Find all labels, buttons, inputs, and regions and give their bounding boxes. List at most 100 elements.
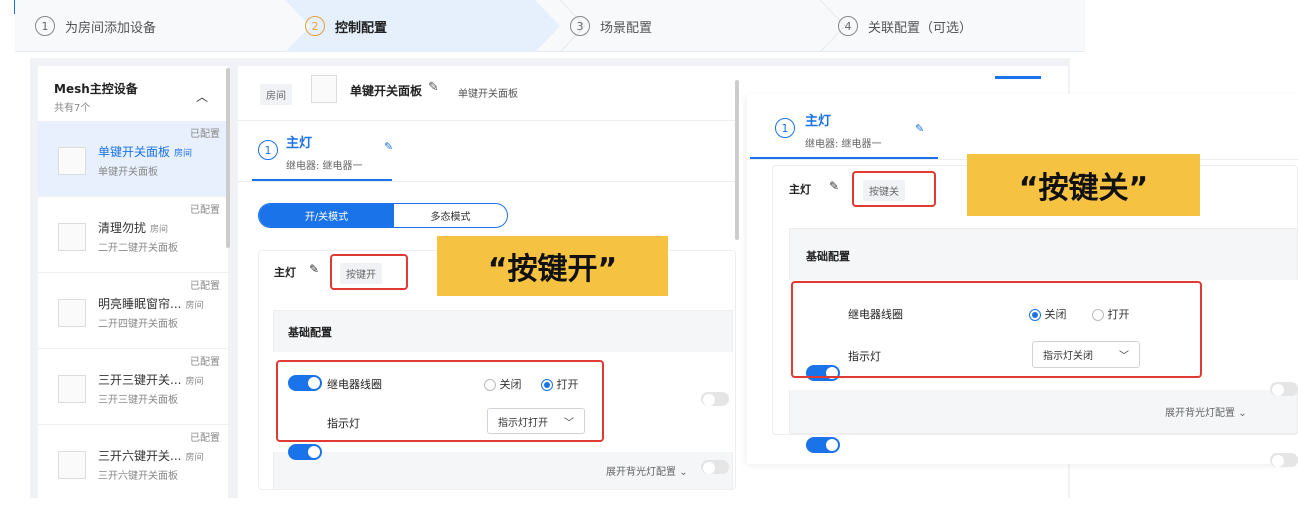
device-name: 清理勿扰 bbox=[98, 221, 147, 235]
sidebar-scrollbar[interactable] bbox=[226, 68, 230, 248]
step-bar: 1 为房间添加设备 2 控制配置 3 场景配置 4 关联配置（可选） bbox=[15, 0, 1085, 52]
device-name-wrap: 三开三键开关... 房间 bbox=[98, 371, 203, 388]
device-name: 三开六键开关... bbox=[98, 449, 182, 463]
sidebar-header[interactable]: Mesh主控设备 共有7个 ︿ bbox=[38, 66, 228, 121]
highlight-box bbox=[276, 360, 604, 442]
key-label: 主灯 bbox=[789, 183, 811, 196]
device-type: 三开六键开关面板 bbox=[98, 471, 178, 482]
expand-backlight-link[interactable]: 展开背光灯配置 ⌄ bbox=[606, 463, 688, 478]
tab-main-light[interactable]: 1 主灯 继电器: 继电器一 bbox=[775, 110, 882, 150]
room-label: 房间 bbox=[185, 453, 204, 463]
tab-title: 主灯 bbox=[286, 136, 313, 151]
basic-config-title: 基础配置 bbox=[288, 326, 332, 339]
device-type: 二开四键开关面板 bbox=[98, 319, 178, 330]
indicator-toggle[interactable] bbox=[806, 437, 840, 453]
room-label: 房间 bbox=[185, 377, 204, 387]
device-name: 明亮睡眠窗帘... bbox=[98, 297, 182, 311]
step-label: 控制配置 bbox=[335, 20, 388, 36]
mode-switch: 开/关模式 多态模式 bbox=[258, 203, 508, 228]
device-type-label: 单键开关面板 bbox=[458, 89, 518, 100]
step-number: 3 bbox=[570, 16, 590, 36]
step-label: 场景配置 bbox=[600, 20, 653, 36]
room-tag: 房间 bbox=[260, 84, 292, 105]
panel-scrollbar[interactable] bbox=[735, 80, 739, 240]
room-label: 房间 bbox=[185, 301, 204, 311]
step-1[interactable]: 1 为房间添加设备 bbox=[35, 0, 156, 52]
step-label: 关联配置（可选） bbox=[868, 20, 973, 36]
device-item[interactable]: 已配置 单键开关面板 房间 单键开关面板 bbox=[38, 121, 228, 197]
status-label: 已配置 bbox=[190, 357, 220, 368]
edit-icon[interactable]: ✎ bbox=[428, 80, 439, 95]
device-type: 三开三键开关面板 bbox=[98, 395, 178, 406]
extra-toggle[interactable] bbox=[1270, 453, 1298, 467]
edit-icon[interactable]: ✎ bbox=[915, 122, 924, 135]
room-label: 房间 bbox=[150, 225, 169, 235]
device-thumbnail bbox=[311, 75, 337, 103]
device-sidebar: Mesh主控设备 共有7个 ︿ 已配置 单键开关面板 房间 单键开关面板 已配置 … bbox=[38, 66, 228, 498]
tab-title: 主灯 bbox=[805, 114, 832, 129]
device-name-wrap: 单键开关面板 房间 bbox=[98, 143, 192, 160]
expand-label: 展开背光灯配置 bbox=[606, 467, 676, 478]
tab-main-light[interactable]: 1 主灯 继电器: 继电器一 bbox=[258, 132, 363, 172]
status-label: 已配置 bbox=[190, 129, 220, 140]
device-type: 单键开关面板 bbox=[98, 167, 158, 178]
callout-key-on: “按键开” bbox=[437, 236, 668, 296]
tab-subtitle: 继电器: 继电器一 bbox=[805, 139, 882, 150]
extra-toggle[interactable] bbox=[701, 392, 729, 406]
step-number: 4 bbox=[838, 16, 858, 36]
device-name-wrap: 明亮睡眠窗帘... 房间 bbox=[98, 295, 203, 312]
edit-icon[interactable]: ✎ bbox=[384, 140, 393, 153]
expand-label: 展开背光灯配置 bbox=[1165, 408, 1235, 419]
indicator-toggle[interactable] bbox=[288, 444, 322, 460]
step-3[interactable]: 3 场景配置 bbox=[570, 0, 652, 52]
device-item[interactable]: 已配置 三开六键开关... 房间 三开六键开关面板 bbox=[38, 425, 228, 498]
on-off-mode-button[interactable]: 开/关模式 bbox=[259, 204, 394, 227]
accent-strip bbox=[995, 76, 1041, 79]
step-2[interactable]: 2 控制配置 bbox=[305, 0, 387, 52]
extra-toggle[interactable] bbox=[1270, 382, 1298, 396]
callout-key-off: “按键关” bbox=[967, 154, 1200, 216]
device-type: 二开二键开关面板 bbox=[98, 243, 178, 254]
highlight-box bbox=[330, 254, 408, 290]
extra-toggle[interactable] bbox=[701, 460, 729, 474]
device-thumbnail bbox=[58, 147, 86, 175]
sidebar-title: Mesh主控设备 bbox=[54, 82, 138, 96]
chevron-up-icon[interactable]: ︿ bbox=[196, 88, 208, 105]
step-label: 为房间添加设备 bbox=[65, 20, 157, 36]
divider bbox=[238, 120, 738, 121]
device-item[interactable]: 已配置 清理勿扰 房间 二开二键开关面板 bbox=[38, 197, 228, 273]
device-item[interactable]: 已配置 明亮睡眠窗帘... 房间 二开四键开关面板 bbox=[38, 273, 228, 349]
sidebar-count: 共有7个 bbox=[54, 103, 91, 114]
divider bbox=[238, 181, 738, 182]
edit-icon[interactable]: ✎ bbox=[829, 179, 839, 193]
key-label: 主灯 bbox=[274, 266, 296, 279]
status-label: 已配置 bbox=[190, 433, 220, 444]
multi-state-mode-button[interactable]: 多态模式 bbox=[394, 204, 507, 227]
device-name: 单键开关面板 bbox=[98, 145, 171, 159]
highlight-box bbox=[852, 171, 936, 207]
status-label: 已配置 bbox=[190, 205, 220, 216]
device-thumbnail bbox=[58, 451, 86, 479]
device-thumbnail bbox=[58, 223, 86, 251]
edit-icon[interactable]: ✎ bbox=[309, 262, 319, 276]
chevron-down-icon: ⌄ bbox=[1238, 408, 1247, 419]
device-item[interactable]: 已配置 三开三键开关... 房间 三开三键开关面板 bbox=[38, 349, 228, 425]
tab-number: 1 bbox=[775, 118, 795, 138]
step-number: 2 bbox=[305, 16, 325, 36]
step-number: 1 bbox=[35, 16, 55, 36]
device-title: 单键开关面板 bbox=[350, 84, 423, 98]
highlight-box bbox=[791, 281, 1202, 378]
room-label: 房间 bbox=[174, 149, 193, 159]
step-4[interactable]: 4 关联配置（可选） bbox=[838, 0, 972, 52]
basic-config-title: 基础配置 bbox=[806, 250, 850, 263]
device-name-wrap: 清理勿扰 房间 bbox=[98, 219, 168, 236]
status-label: 已配置 bbox=[190, 281, 220, 292]
device-name-wrap: 三开六键开关... 房间 bbox=[98, 447, 203, 464]
device-name: 三开三键开关... bbox=[98, 373, 182, 387]
expand-backlight-link[interactable]: 展开背光灯配置 ⌄ bbox=[1165, 404, 1247, 419]
chevron-down-icon: ⌄ bbox=[679, 467, 688, 478]
tab-number: 1 bbox=[258, 140, 278, 160]
tab-subtitle: 继电器: 继电器一 bbox=[286, 161, 363, 172]
device-thumbnail bbox=[58, 299, 86, 327]
device-thumbnail bbox=[58, 375, 86, 403]
